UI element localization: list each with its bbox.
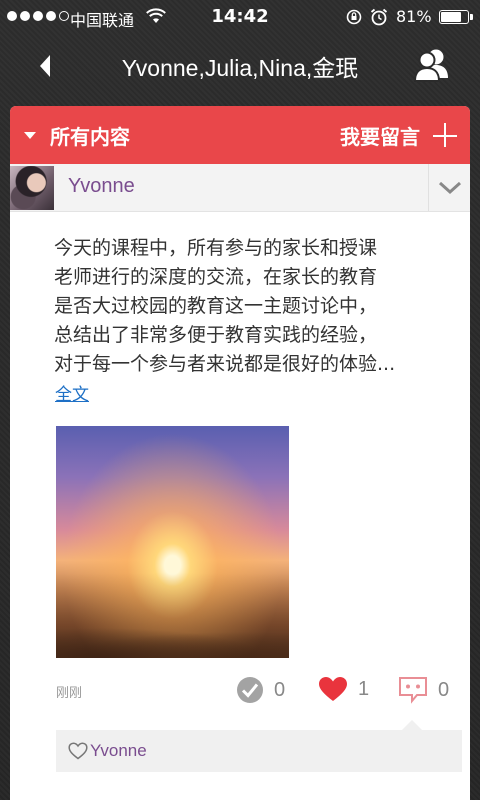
plus-icon [433,123,457,147]
post-time: 刚刚 [56,686,83,701]
caret-down-icon [24,131,36,139]
post-line: 总结出了非常多便于教育实践的经验， [54,324,378,346]
chevron-left-icon [40,55,50,77]
comment-count: 0 [438,678,450,701]
full-text-link[interactable]: 全文 [55,380,89,405]
comment-icon [399,677,427,704]
post-body: 今天的课程中，所有参与的家长和授课 老师进行的深度的交流，在家长的教育 是否大过… [54,234,460,379]
group-icon [413,49,448,82]
status-bar: 中国联通 14:42 81% [0,0,480,34]
filter-dropdown[interactable]: 所有内容 [10,106,130,164]
liker-name[interactable]: Yvonne [90,741,147,761]
back-button[interactable] [30,48,60,84]
post-meta-row: 刚刚 0 1 0 [10,672,470,708]
check-circle-icon [237,677,263,703]
post-line: 老师进行的深度的交流，在家长的教育 [54,266,378,288]
battery-icon [439,10,473,24]
battery-percent: 81% [396,7,432,26]
chevron-down-icon [438,181,461,194]
like-button[interactable]: 1 [318,676,369,702]
expand-button[interactable] [428,164,470,211]
post-message-label: 我要留言 [340,124,420,149]
screen: 中国联通 14:42 81% Yvonne,Julia,Nina,金珉 所有内容… [0,0,480,800]
rotation-lock-icon [346,9,362,25]
post-card: 所有内容 我要留言 Yvonne 今天的课程中，所有参与的家长和授课 老师进行的… [10,106,470,800]
heart-icon [319,677,347,701]
post-message-button[interactable]: 我要留言 [340,106,458,164]
card-header: 所有内容 我要留言 [10,106,470,164]
post-image[interactable] [56,426,289,658]
likes-box: Yvonne [56,720,462,772]
post-line: 对于每一个参与者来说都是很好的体验... [54,353,396,375]
avatar[interactable] [10,166,54,210]
page-title: Yvonne,Julia,Nina,金珉 [121,55,359,81]
post-line: 是否大过校园的教育这一主题讨论中， [54,295,378,317]
author-name[interactable]: Yvonne [68,175,135,198]
comment-button[interactable]: 0 [398,676,449,704]
post-line: 今天的课程中，所有参与的家长和授课 [54,237,378,259]
nav-bar: Yvonne,Julia,Nina,金珉 [0,34,480,98]
check-button[interactable]: 0 [236,676,285,704]
group-members-button[interactable] [410,46,454,86]
check-count: 0 [274,678,286,701]
author-row: Yvonne [10,164,470,212]
like-count: 1 [358,677,370,700]
heart-outline-icon [68,742,88,760]
alarm-icon [370,8,388,26]
filter-label: 所有内容 [50,124,130,149]
